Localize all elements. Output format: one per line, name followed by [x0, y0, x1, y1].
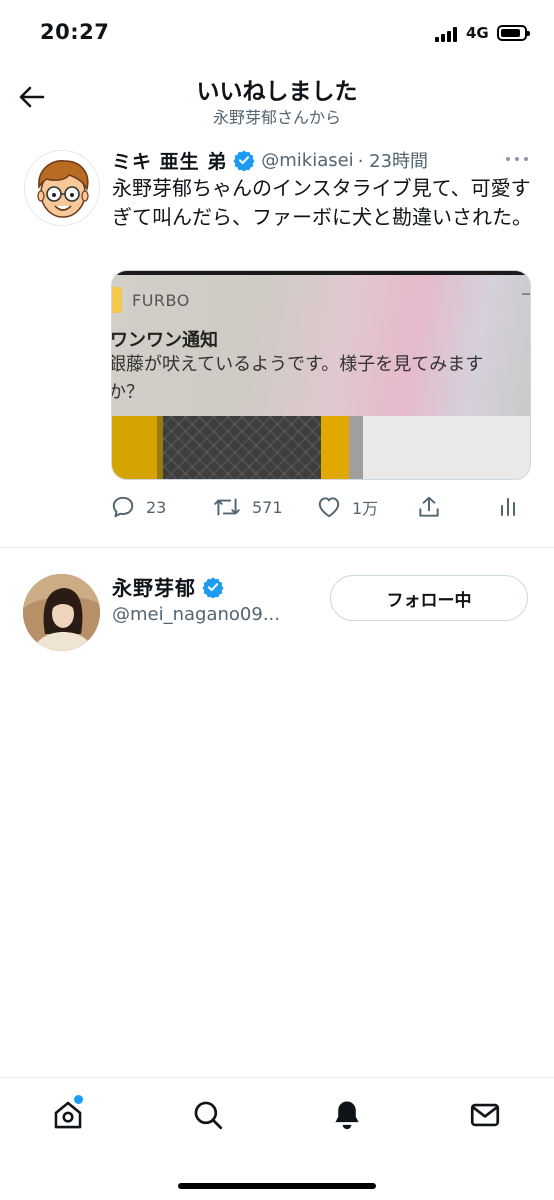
nav-search[interactable] [188, 1095, 228, 1135]
furbo-app-label: FURBO [132, 291, 190, 310]
bell-icon [335, 1101, 359, 1130]
notification-title: ワンワン通知 [111, 330, 218, 351]
user-name-label: 永野芽郁 [112, 576, 196, 600]
notification-body: 銀藤が吠えているようです。様子を見てみますか？ [111, 354, 484, 403]
author-name[interactable]: ミキ 亜生 弟 [112, 147, 227, 174]
tweet-text: 永野芽郁ちゃんのインスタライブ見て、可愛すぎて叫んだら、ファーボに犬と勘違いされ… [112, 176, 532, 229]
retweet-button[interactable]: 571 [212, 490, 283, 524]
tweet-actions: 23 571 1万 [110, 490, 530, 524]
profile-photo-image [23, 574, 100, 651]
user-name[interactable]: 永野芽郁 [112, 572, 224, 601]
heart-icon [318, 497, 340, 518]
tweet-time: · 23時間 [357, 151, 429, 172]
share-icon [419, 496, 439, 517]
more-dots-icon[interactable] [504, 150, 530, 168]
reply-count: 23 [146, 497, 167, 517]
tweet[interactable]: ミキ 亜生 弟 @mikiasei · 23時間 永野芽郁ちゃんのインスタライブ… [0, 140, 554, 548]
notification-chevron-icon [522, 293, 530, 301]
search-icon [194, 1101, 223, 1130]
retweet-icon [214, 498, 240, 516]
signal-icon [435, 26, 461, 42]
nav-notifications[interactable] [327, 1095, 367, 1135]
status-time: 20:27 [40, 20, 110, 44]
author-handle: @mikiasei [261, 149, 354, 171]
network-label: 4G [466, 24, 489, 42]
verified-badge-icon [233, 150, 255, 171]
analytics-icon [501, 498, 515, 516]
door-glass-image [163, 416, 321, 479]
tweet-header: ミキ 亜生 弟 @mikiasei · 23時間 [112, 146, 428, 174]
nav-messages[interactable] [465, 1095, 505, 1135]
nav-home[interactable] [48, 1095, 88, 1135]
unread-dot [74, 1095, 83, 1104]
retweet-count: 571 [252, 497, 283, 517]
like-count: 1万 [352, 499, 379, 518]
analytics-button[interactable] [496, 490, 520, 524]
tweet-media[interactable]: FURBO ワンワン通知 銀藤が吠えているようです。様子を見てみますか？ [111, 270, 531, 480]
reply-button[interactable]: 23 [110, 490, 166, 524]
like-button[interactable]: 1万 [316, 490, 378, 524]
cartoon-avatar-image [25, 151, 99, 225]
battery-icon [497, 25, 530, 41]
bottom-nav [0, 1077, 554, 1200]
user-row[interactable]: 永野芽郁 @mei_nagano09... フォロー中 [0, 560, 554, 660]
avatar[interactable] [23, 574, 100, 651]
avatar[interactable] [24, 150, 100, 226]
reply-icon [112, 496, 134, 518]
share-button[interactable] [416, 490, 442, 524]
mail-icon [470, 1103, 500, 1127]
following-button[interactable]: フォロー中 [330, 575, 528, 621]
page-subtitle: 永野芽郁さんから [212, 108, 341, 127]
home-indicator [178, 1183, 376, 1189]
status-bar: 20:27 4G [0, 0, 554, 64]
furbo-logo-icon [112, 287, 122, 313]
page-title: いいねしました [196, 79, 358, 105]
user-handle: @mei_nagano09... [112, 604, 280, 625]
verified-badge-icon [202, 576, 224, 598]
header: いいねしました 永野芽郁さんから [0, 64, 554, 130]
